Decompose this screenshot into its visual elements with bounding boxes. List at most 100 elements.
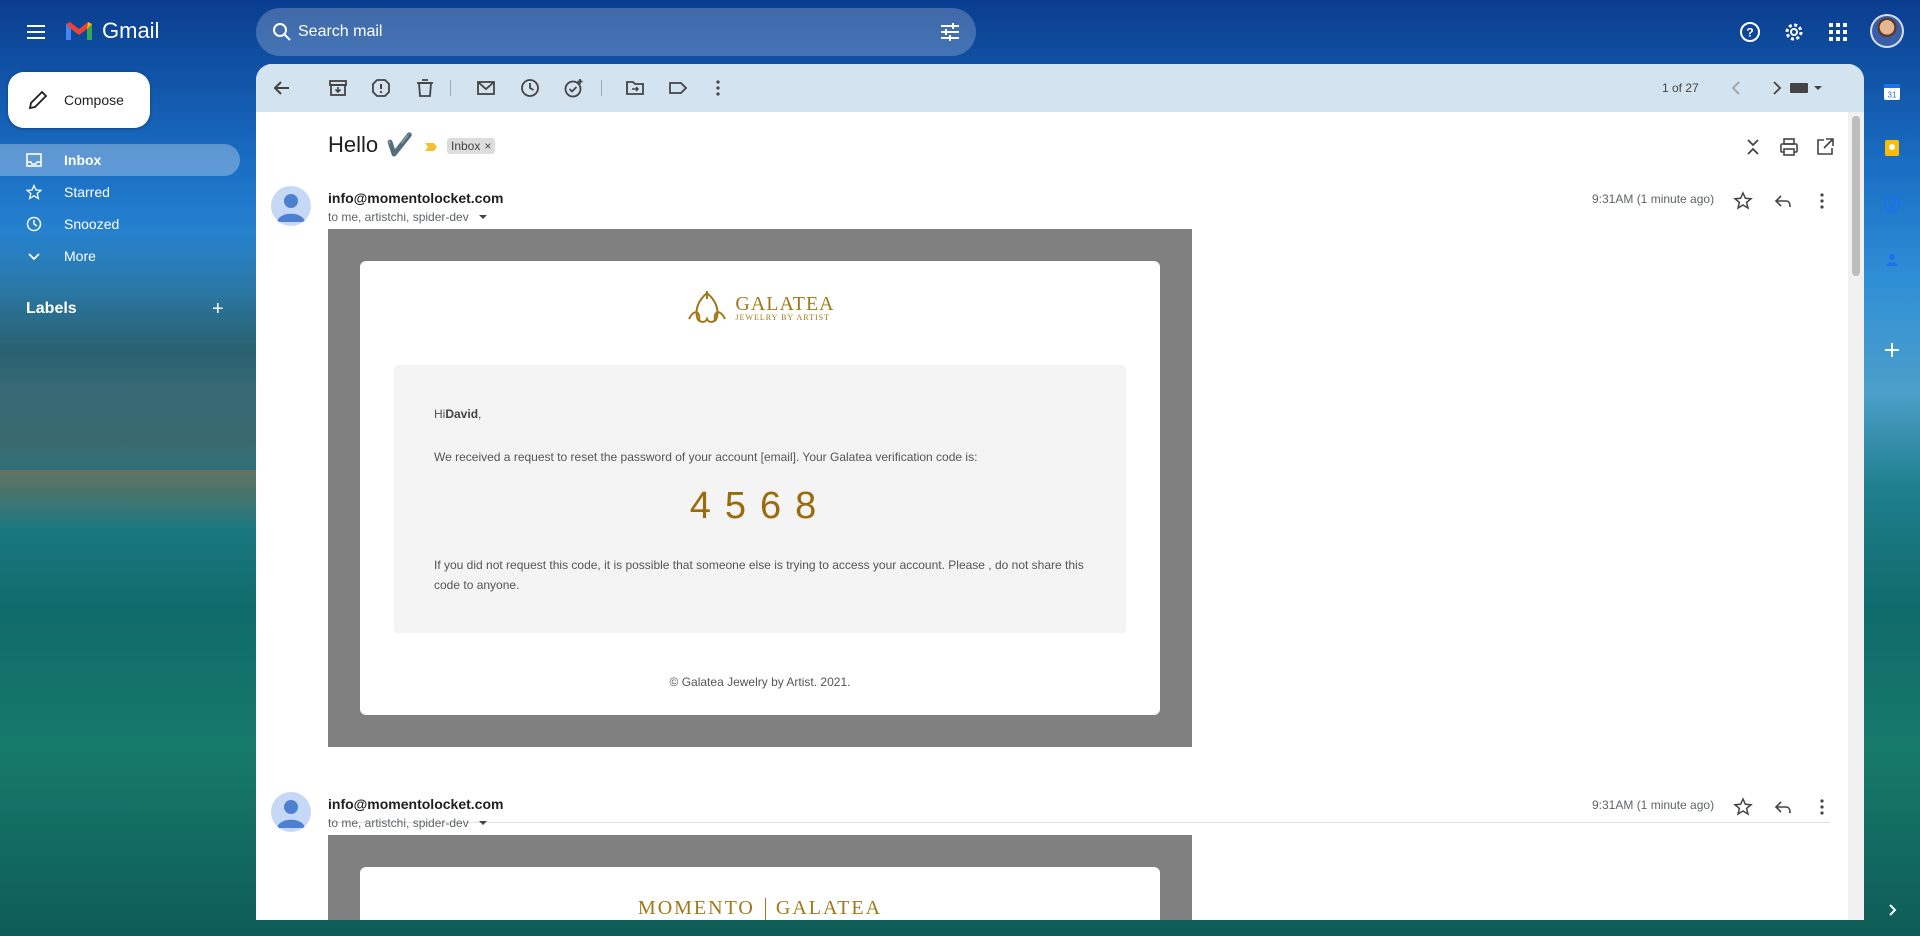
menu-line (27, 37, 45, 39)
back-arrow-icon[interactable] (271, 77, 293, 99)
top-bar: Gmail ? (0, 0, 1920, 64)
keep-notes-icon[interactable] (1882, 138, 1902, 158)
menu-line (27, 31, 45, 33)
search-icon[interactable] (270, 20, 294, 44)
greeting: HiDavid, (434, 407, 481, 421)
email-footer: © Galatea Jewelry by Artist. 2021. (669, 675, 851, 689)
brand-name: GALATEA (735, 292, 835, 315)
snooze-clock-icon[interactable] (519, 77, 541, 99)
momento-galatea-logo: MOMENTO GALATEA (360, 897, 1160, 920)
tasks-icon[interactable] (1882, 194, 1902, 214)
labels-heading: Labels (26, 300, 77, 317)
inbox-label-chip: Inbox × (447, 138, 496, 154)
brand-name: MOMENTO (637, 897, 755, 919)
brand-partner: GALATEA (775, 897, 883, 919)
caret-down-icon (479, 821, 488, 825)
brand-tagline: JEWELRY BY ARTIST (735, 312, 830, 322)
main-menu-button[interactable] (16, 14, 56, 50)
thread-view: Hello ✔️ Inbox × info@momentolocket.com … (256, 112, 1846, 920)
message-time: 9:31AM (1 minute ago) (1592, 798, 1715, 812)
message-toolbar: 1 of 27 (256, 64, 1864, 112)
greeting-prefix: Hi (434, 407, 446, 421)
sidebar-nav: Inbox Starred Snoozed More (0, 144, 240, 272)
account-avatar[interactable] (1870, 14, 1904, 48)
recipients-text: to me, artistchi, spider-dev (328, 210, 469, 224)
thread-scrollbar[interactable] (1848, 112, 1864, 920)
collapse-all-icon[interactable] (1742, 136, 1764, 158)
apps-grid-icon[interactable] (1826, 20, 1850, 44)
inbox-icon (26, 153, 42, 167)
add-to-tasks-icon[interactable] (563, 77, 585, 99)
delete-trash-icon[interactable] (414, 77, 436, 99)
reply-icon[interactable] (1773, 797, 1793, 817)
pencil-icon (28, 90, 48, 110)
person-icon (277, 800, 305, 828)
archive-icon[interactable] (327, 77, 349, 99)
add-label-button[interactable]: + (212, 299, 224, 319)
scrollbar-thumb[interactable] (1852, 116, 1860, 276)
mark-unread-icon[interactable] (475, 77, 497, 99)
main-panel: 1 of 27 Hello ✔️ Inbox × info@momentoloc… (256, 64, 1864, 920)
sender-avatar[interactable] (271, 792, 311, 832)
star-icon[interactable] (1733, 797, 1753, 817)
email-card: MOMENTO GALATEA (360, 867, 1160, 920)
input-tools-keyboard-icon[interactable] (1790, 82, 1824, 94)
warning-paragraph: If you did not request this code, it is … (434, 558, 1084, 592)
message-time: 9:31AM (1 minute ago) (1592, 192, 1715, 206)
help-icon[interactable]: ? (1738, 20, 1762, 44)
gmail-wordmark: Gmail (102, 18, 160, 43)
gmail-logo[interactable]: Gmail (64, 18, 159, 44)
svg-text:31: 31 (1888, 91, 1897, 100)
search-options-icon[interactable] (938, 20, 962, 44)
menu-line (27, 25, 45, 27)
compose-button[interactable]: Compose (8, 72, 150, 128)
get-add-ons-plus-icon[interactable] (1882, 340, 1902, 360)
sidebar-item-snoozed[interactable]: Snoozed (0, 208, 240, 240)
toolbar-divider (601, 80, 602, 96)
subject-checkmark: ✔️ (386, 132, 414, 157)
open-new-window-icon[interactable] (1814, 136, 1836, 158)
search-input[interactable] (298, 20, 898, 44)
email-body-frame: GALATEA JEWELRY BY ARTIST HiDavid, We re… (328, 229, 1192, 747)
chevron-left-icon[interactable] (1726, 77, 1748, 99)
caret-down-icon (479, 215, 488, 219)
calendar-icon[interactable]: 31 (1882, 82, 1902, 102)
side-panel: 31 (1864, 64, 1920, 936)
email-card: GALATEA JEWELRY BY ARTIST HiDavid, We re… (360, 261, 1160, 715)
chevron-down-icon (28, 253, 40, 261)
sidebar-item-more[interactable]: More (0, 240, 240, 272)
person-icon (277, 194, 305, 222)
more-vertical-icon[interactable] (1812, 191, 1832, 211)
sender-avatar[interactable] (271, 186, 311, 226)
pagination-count: 1 of 27 (1662, 81, 1699, 95)
recipients-line[interactable]: to me, artistchi, spider-dev (328, 210, 488, 224)
side-panel-expand-icon[interactable] (1882, 900, 1902, 920)
body-paragraph: We received a request to reset the passw… (434, 450, 978, 464)
chevron-right-icon[interactable] (1765, 77, 1787, 99)
greeting-suffix: , (478, 407, 482, 421)
sender-name[interactable]: info@momentolocket.com (328, 190, 503, 206)
remove-label-button[interactable]: × (484, 139, 491, 153)
print-icon[interactable] (1778, 136, 1800, 158)
move-to-folder-icon[interactable] (624, 77, 646, 99)
recipients-text: to me, artistchi, spider-dev (328, 816, 469, 830)
settings-gear-icon[interactable] (1782, 20, 1806, 44)
sidebar-item-starred[interactable]: Starred (0, 176, 240, 208)
svg-text:?: ? (1746, 26, 1753, 40)
recipients-line[interactable]: to me, artistchi, spider-dev (328, 816, 488, 830)
search-bar[interactable] (256, 8, 976, 56)
importance-marker-icon[interactable] (424, 142, 438, 152)
more-vertical-icon[interactable] (707, 77, 729, 99)
report-spam-icon[interactable] (370, 77, 392, 99)
sidebar-item-inbox[interactable]: Inbox (0, 144, 240, 176)
reply-icon[interactable] (1773, 191, 1793, 211)
label-tag-icon[interactable] (667, 77, 689, 99)
contacts-icon[interactable] (1882, 250, 1902, 270)
gmail-m-icon (66, 22, 92, 40)
background-shore (0, 470, 260, 530)
verification-code: 4568 (689, 485, 831, 527)
more-vertical-icon[interactable] (1812, 797, 1832, 817)
star-icon[interactable] (1733, 191, 1753, 211)
sender-name[interactable]: info@momentolocket.com (328, 796, 503, 812)
message-divider (328, 822, 1830, 823)
